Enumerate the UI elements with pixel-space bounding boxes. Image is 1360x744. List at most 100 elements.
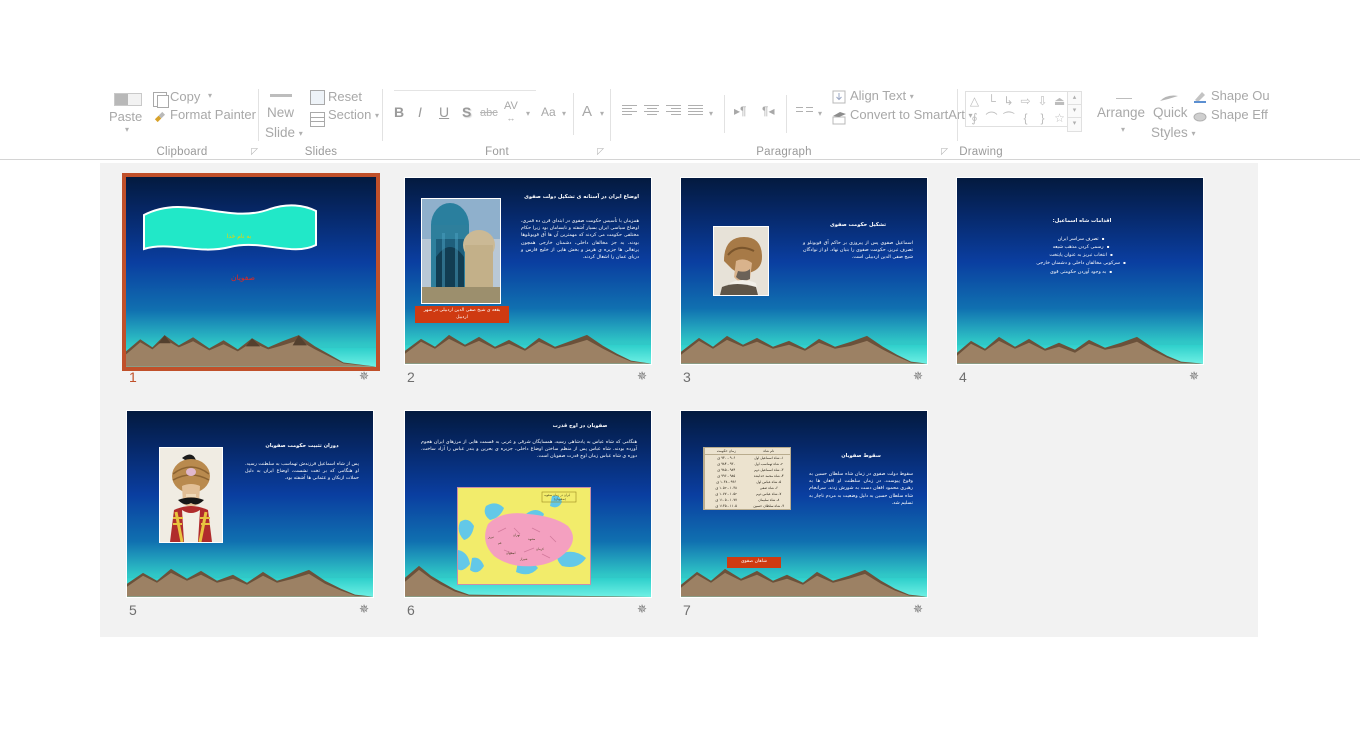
new-slide-dropdown-caret[interactable]: ▾ [299,129,303,138]
section-button[interactable]: Section ▾ [328,107,379,122]
reset-icon [310,90,325,105]
slide-1-canvas[interactable]: به نام خدا صفویان [122,173,380,371]
align-left-icon[interactable] [622,105,637,116]
section-dropdown-caret[interactable]: ▾ [375,111,379,120]
slide-thumbnail-7[interactable]: زمان حکومت نام شاه ٩۰۶ ـ ٩۳۰ ق ۱ـ شاه اس… [680,410,932,623]
shapes-more[interactable]: ▾ [1067,117,1082,132]
animation-star-icon[interactable]: ✵ [913,603,923,615]
slide-sorter-pane[interactable]: به نام خدا صفویان 1 ✵ بقعه ی شیخ صفی الد… [100,163,1258,637]
bold-label: B [394,104,405,120]
new-slide-label-row2[interactable]: Slide ▾ [265,125,303,140]
clipboard-dialog-launcher[interactable]: ◸ [251,146,258,157]
character-spacing-button[interactable]: AV ↔ [504,100,518,124]
paste-button[interactable]: Paste [109,109,142,124]
shape-flowchart-icon[interactable]: ⏏ [1051,92,1068,109]
list-item: به وجود آوردن حکومتی قوی [993,269,1169,277]
animation-star-icon[interactable]: ✵ [359,603,369,615]
font-color-button[interactable]: A [582,103,592,120]
mountain-silhouette [405,335,651,364]
new-slide-label-line2: Slide [265,125,296,140]
change-case-caret[interactable]: ▾ [562,109,566,118]
slide-4-canvas[interactable]: اقدامات شاه اسماعیل: تصرف سراسر ایران رس… [956,177,1204,365]
shapes-gallery[interactable]: △ └ ↳ ⇨ ⇩ ⏏ ∮ ⌒ ⏜ { } ☆ [965,91,1069,127]
convert-to-smartart-icon [832,112,846,125]
italic-button[interactable]: I [418,104,422,120]
align-right-icon[interactable] [666,105,681,116]
align-center-icon[interactable] [644,105,659,116]
quick-styles-caret[interactable]: ▾ [1192,129,1196,138]
quick-styles-button[interactable]: Quick [1153,105,1188,120]
slide-2-meta: 2 ✵ [407,369,653,387]
safavid-empire-map: ايران در زمان صفويه (صفويان) تهران قم مش… [457,487,591,585]
shape-outline-button[interactable]: Shape Ou [1211,88,1270,103]
character-spacing-caret[interactable]: ▾ [526,109,530,118]
shape-scribble-icon[interactable]: ∮ [966,109,983,126]
align-text-button[interactable]: Align Text ▾ [850,88,914,103]
columns-icon[interactable] [796,107,813,118]
change-case-button[interactable]: Aa [541,105,556,119]
shape-effects-button[interactable]: Shape Eff [1211,107,1268,122]
format-painter-icon [154,111,166,123]
copy-dropdown-caret[interactable]: ▾ [208,91,212,100]
slide-6-title: صفویان در اوج قدرت [552,423,608,429]
slide-2-photo-caption: بقعه ی شیخ صفی الدین اردبیلی در شهر اردب… [415,306,509,324]
arrange-caret[interactable]: ▾ [1121,125,1125,134]
slide-2-canvas[interactable]: بقعه ی شیخ صفی الدین اردبیلی در شهر اردب… [404,177,652,365]
slide-thumbnail-3[interactable]: تشکیل حکومت صفوی اسماعیل صفوی پس از پیرو… [680,177,932,390]
reset-button[interactable]: Reset [328,89,362,104]
font-dialog-launcher[interactable]: ◸ [597,146,604,157]
shape-arc-icon[interactable]: ⏜ [1000,109,1017,126]
format-painter-button[interactable]: Format Painter [170,107,256,122]
svg-text:تبريز: تبريز [487,535,494,539]
align-text-caret[interactable]: ▾ [910,92,914,101]
shape-curve-icon[interactable]: ⌒ [983,109,1000,126]
shah-ismail-portrait [713,226,769,296]
slide-thumbnail-5[interactable]: دوران تثبیت حکومت صفویان پس از شاه اسماع… [126,410,378,623]
convert-to-smartart-label: Convert to SmartArt [850,107,965,122]
convert-to-smartart-button[interactable]: Convert to SmartArt ▾ [850,107,973,122]
shape-left-brace-icon[interactable]: { [1017,109,1034,126]
bold-button[interactable]: B [394,104,404,120]
animation-star-icon[interactable]: ✵ [1189,370,1199,382]
slide-thumbnail-2[interactable]: بقعه ی شیخ صفی الدین اردبیلی در شهر اردب… [404,177,656,390]
shape-right-brace-icon[interactable]: } [1034,109,1051,126]
text-shadow-button[interactable]: S [462,104,471,120]
slide-3-canvas[interactable]: تشکیل حکومت صفوی اسماعیل صفوی پس از پیرو… [680,177,928,365]
shah-tahmasb-portrait [159,447,223,543]
columns-dropdown-caret[interactable]: ▾ [818,109,822,118]
shape-right-arrow-icon[interactable]: ⇨ [1017,92,1034,109]
copy-button[interactable]: Copy [170,89,200,104]
animation-star-icon[interactable]: ✵ [637,370,647,382]
slide-thumbnail-6[interactable]: صفویان در اوج قدرت هنگامی که شاه عباس به… [404,410,656,623]
mountain-silhouette [126,335,376,367]
slide-7-canvas[interactable]: زمان حکومت نام شاه ٩۰۶ ـ ٩۳۰ ق ۱ـ شاه اس… [680,410,928,598]
animation-star-icon[interactable]: ✵ [913,370,923,382]
new-slide-button[interactable]: New [267,105,294,120]
shape-elbow-arrow-icon[interactable]: ↳ [1000,92,1017,109]
slide-thumbnail-4[interactable]: اقدامات شاه اسماعیل: تصرف سراسر ایران رس… [956,177,1208,390]
shape-down-arrow-icon[interactable]: ⇩ [1034,92,1051,109]
strikethrough-button[interactable]: abc [480,107,498,119]
animation-star-icon[interactable]: ✵ [359,370,369,382]
rtl-direction-button[interactable]: ¶◂ [762,104,774,118]
slide-6-canvas[interactable]: صفویان در اوج قدرت هنگامی که شاه عباس به… [404,410,652,598]
shape-star-icon[interactable]: ☆ [1051,109,1068,126]
slide-thumbnail-1[interactable]: به نام خدا صفویان 1 ✵ [122,173,380,390]
ribbon-group-slides: New Slide ▾ Reset Section ▾ Slides [262,85,380,160]
ltr-direction-button[interactable]: ▸¶ [734,104,746,118]
underline-button[interactable]: U [439,104,449,120]
slide-5-canvas[interactable]: دوران تثبیت حکومت صفویان پس از شاه اسماع… [126,410,374,598]
font-color-caret[interactable]: ▾ [600,109,604,118]
shape-triangle-icon[interactable]: △ [966,92,983,109]
align-dropdown-caret[interactable]: ▾ [709,109,713,118]
quick-styles-label-row2[interactable]: Styles ▾ [1151,125,1196,140]
shape-outline-icon [1194,92,1206,103]
justify-icon[interactable] [688,105,703,116]
paste-dropdown-caret[interactable]: ▾ [125,125,129,134]
slide-1-meta: 1 ✵ [129,369,375,387]
shape-corner-icon[interactable]: └ [983,92,1000,109]
animation-star-icon[interactable]: ✵ [637,603,647,615]
mountain-silhouette [957,337,1203,364]
arrange-button[interactable]: Arrange [1097,105,1145,120]
align-text-label: Align Text [850,88,907,103]
